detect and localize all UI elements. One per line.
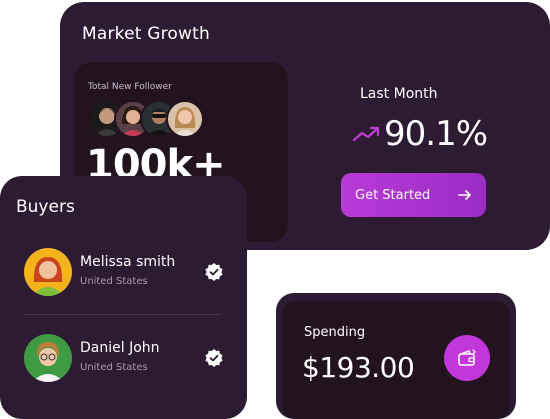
spending-label: Spending [304, 325, 366, 340]
verified-badge-icon [205, 349, 223, 367]
spending-amount: $193.00 [302, 351, 415, 384]
trend-up-icon [352, 126, 380, 142]
growth-percentage: 90.1% [384, 114, 488, 154]
period-label: Last Month [360, 86, 438, 102]
verified-badge-icon [205, 263, 223, 281]
spending-card: Spending $193.00 [276, 293, 516, 419]
divider [24, 314, 222, 315]
buyer-item[interactable]: Daniel John United States [24, 334, 232, 388]
buyer-name: Melissa smith [80, 254, 176, 270]
avatar [24, 248, 72, 296]
buyer-name: Daniel John [80, 340, 160, 356]
buyer-location: United States [80, 362, 148, 373]
buyer-location: United States [80, 276, 148, 287]
get-started-button[interactable]: Get Started [341, 173, 486, 217]
get-started-label: Get Started [355, 187, 431, 203]
buyers-card: Buyers Melissa smith United States Danie… [0, 176, 247, 419]
avatar [166, 100, 204, 138]
buyer-item[interactable]: Melissa smith United States [24, 248, 232, 302]
follower-label: Total New Follower [88, 82, 172, 92]
market-growth-title: Market Growth [82, 24, 210, 44]
wallet-icon [458, 349, 476, 366]
avatar [24, 334, 72, 382]
arrow-right-icon [458, 190, 471, 200]
spending-panel: Spending $193.00 [282, 301, 510, 419]
growth-row: 90.1% [352, 114, 488, 154]
buyers-title: Buyers [16, 197, 75, 217]
wallet-button[interactable] [444, 335, 490, 381]
